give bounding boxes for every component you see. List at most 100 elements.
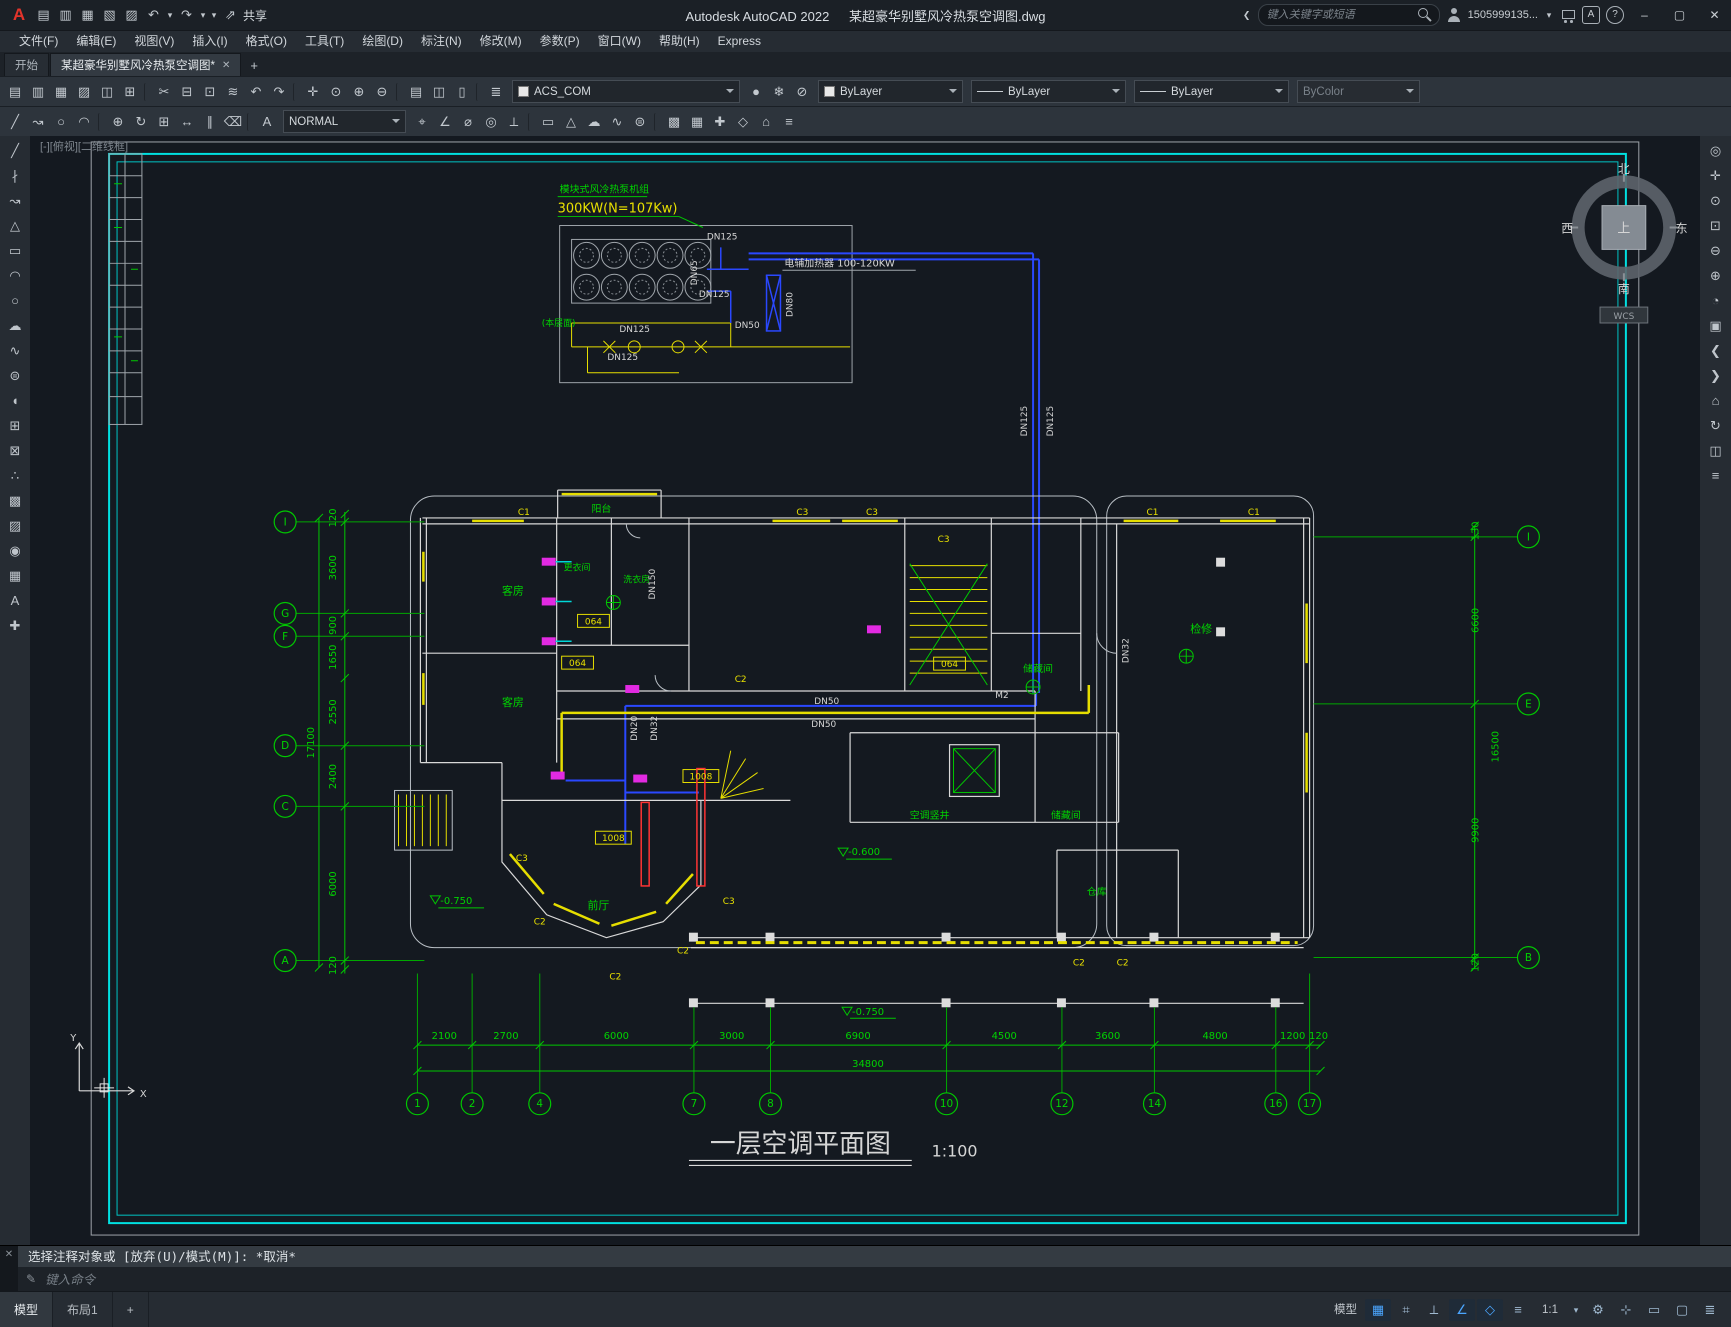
account-name[interactable]: 1505999135...	[1468, 9, 1538, 21]
construction-line-icon[interactable]: ∤	[3, 164, 27, 188]
drawing-canvas[interactable]: [-][俯视][二维线框] 1 2 4 7 8 10 12 14 16 17 I…	[30, 136, 1700, 1245]
dim-ordinate-icon[interactable]: ⟂	[503, 111, 525, 133]
rotate-icon[interactable]: ↻	[130, 111, 152, 133]
annotation-monitor-icon[interactable]: ⊹	[1613, 1299, 1639, 1321]
menu-tools[interactable]: 工具(T)	[296, 31, 353, 52]
revcloud-icon[interactable]: ☁	[583, 111, 605, 133]
viewcube-east[interactable]: 东	[1676, 221, 1688, 235]
open-icon[interactable]: ▥	[55, 5, 76, 25]
copy-icon[interactable]: ⊟	[176, 81, 198, 103]
dim-diameter-icon[interactable]: ⌀	[457, 111, 479, 133]
spline-icon[interactable]: ∿	[606, 111, 628, 133]
table-icon[interactable]: ▦	[686, 111, 708, 133]
menu-dimension[interactable]: 标注(N)	[412, 31, 471, 52]
menu-insert[interactable]: 插入(I)	[183, 31, 236, 52]
share-button[interactable]: 共享	[243, 7, 267, 24]
model-tab[interactable]: 模型	[0, 1292, 54, 1327]
undo-icon[interactable]: ↶	[143, 5, 164, 25]
circle-icon[interactable]: ○	[50, 111, 72, 133]
menu-window[interactable]: 窗口(W)	[589, 31, 650, 52]
cart-icon[interactable]	[1560, 7, 1576, 23]
annotation-scale-dropdown-icon[interactable]: ▾	[1569, 1299, 1583, 1321]
lineweight-display-toggle[interactable]: ≡	[1505, 1299, 1531, 1321]
arc-icon[interactable]: ◠	[73, 111, 95, 133]
line-icon[interactable]: ╱	[4, 111, 26, 133]
pan-icon[interactable]: ✛	[1704, 164, 1728, 188]
share-icon[interactable]: ⇗	[220, 5, 241, 25]
new-tab-button[interactable]: +	[242, 54, 266, 76]
quick-access-dropdown-icon[interactable]: ▾	[209, 5, 219, 25]
revision-cloud-icon[interactable]: ☁	[3, 314, 27, 338]
properties-icon[interactable]: ▤	[405, 81, 427, 103]
hatch-icon[interactable]: ▩	[663, 111, 685, 133]
layer-combo[interactable]: ACS_COM	[512, 80, 740, 103]
search-collapse-icon[interactable]: ❮	[1242, 5, 1252, 25]
tool-palettes-icon[interactable]: ▯	[451, 81, 473, 103]
maximize-button[interactable]: ▢	[1665, 0, 1694, 30]
layer-freeze-icon[interactable]: ❄	[768, 81, 790, 103]
insert-block-icon[interactable]: ⊞	[3, 414, 27, 438]
viewcube-west[interactable]: 西	[1561, 221, 1573, 235]
match-properties-icon[interactable]: ≋	[222, 81, 244, 103]
close-tab-icon[interactable]: ✕	[222, 60, 230, 71]
undo-icon[interactable]: ↶	[245, 81, 267, 103]
viewcube[interactable]	[1570, 173, 1678, 324]
redo-icon[interactable]: ↷	[176, 5, 197, 25]
layer-properties-icon[interactable]: ≣	[485, 81, 507, 103]
customization-icon[interactable]: ≣	[1697, 1299, 1723, 1321]
zoom-extents-icon[interactable]: ⊕	[1704, 264, 1728, 288]
viewcube-south[interactable]: 南	[1618, 282, 1630, 296]
regen-icon[interactable]: ↻	[1704, 414, 1728, 438]
steering-wheel-icon[interactable]: ◎	[1704, 139, 1728, 163]
menu-help[interactable]: 帮助(H)	[650, 31, 709, 52]
menu-express[interactable]: Express	[709, 31, 770, 52]
gradient-icon[interactable]: ▨	[3, 514, 27, 538]
home-view-icon[interactable]: ⌂	[1704, 389, 1728, 413]
snap-mode-toggle[interactable]: ⌗	[1393, 1299, 1419, 1321]
viewport-controls[interactable]: [-][俯视][二维线框]	[40, 138, 128, 154]
polyline-icon[interactable]: ↝	[27, 111, 49, 133]
account-dropdown-icon[interactable]: ▾	[1544, 5, 1554, 25]
erase-icon[interactable]: ⌫	[222, 111, 244, 133]
ortho-mode-toggle[interactable]: ⟂	[1421, 1299, 1447, 1321]
viewport-config-icon[interactable]: ◫	[1704, 439, 1728, 463]
add-selected-icon[interactable]: ✚	[3, 614, 27, 638]
redo-icon[interactable]: ↷	[268, 81, 290, 103]
nav-more-icon[interactable]: ≡	[1704, 464, 1728, 488]
move-icon[interactable]: ⊕	[107, 111, 129, 133]
cut-icon[interactable]: ✂	[153, 81, 175, 103]
plot-preview-icon[interactable]: ◫	[96, 81, 118, 103]
ellipse-icon[interactable]: ⊜	[3, 364, 27, 388]
ellipse-icon[interactable]: ⊜	[629, 111, 651, 133]
publish-icon[interactable]: ⊞	[119, 81, 141, 103]
region-icon[interactable]: ◉	[3, 539, 27, 563]
rectangle-icon[interactable]: ▭	[3, 239, 27, 263]
start-tab[interactable]: 开始	[4, 53, 49, 76]
polyline-icon[interactable]: ↝	[3, 189, 27, 213]
polygon-icon[interactable]: △	[3, 214, 27, 238]
new-layout-button[interactable]: +	[113, 1292, 149, 1327]
menu-file[interactable]: 文件(F)	[10, 31, 67, 52]
minimize-button[interactable]: –	[1630, 0, 1659, 30]
workspace-switching-icon[interactable]: ⚙	[1585, 1299, 1611, 1321]
nav-forward-icon[interactable]: ❯	[1704, 364, 1728, 388]
layout1-tab[interactable]: 布局1	[53, 1292, 113, 1327]
document-tab[interactable]: 某超豪华别墅风冷热泵空调图* ✕	[50, 53, 242, 76]
new-drawing-icon[interactable]: ▤	[33, 5, 54, 25]
create-block-icon[interactable]: ⊠	[3, 439, 27, 463]
close-button[interactable]: ✕	[1700, 0, 1729, 30]
zoom-previous-icon[interactable]: ⊖	[371, 81, 393, 103]
rectangle-icon[interactable]: ▭	[537, 111, 559, 133]
menu-parametric[interactable]: 参数(P)	[531, 31, 589, 52]
mtext-icon[interactable]: A	[3, 589, 27, 613]
circle-icon[interactable]: ○	[3, 289, 27, 313]
menu-edit[interactable]: 编辑(E)	[67, 31, 125, 52]
polygon-icon[interactable]: △	[560, 111, 582, 133]
account-icon[interactable]	[1446, 7, 1462, 23]
qnew-icon[interactable]: ▤	[4, 81, 26, 103]
clean-screen-icon[interactable]: ▢	[1669, 1299, 1695, 1321]
zoom-window-icon[interactable]: ⊕	[348, 81, 370, 103]
plot-style-combo[interactable]: ByColor	[1297, 80, 1420, 103]
application-menu-button[interactable]: A	[6, 5, 32, 25]
help-icon[interactable]: ?	[1606, 6, 1624, 24]
